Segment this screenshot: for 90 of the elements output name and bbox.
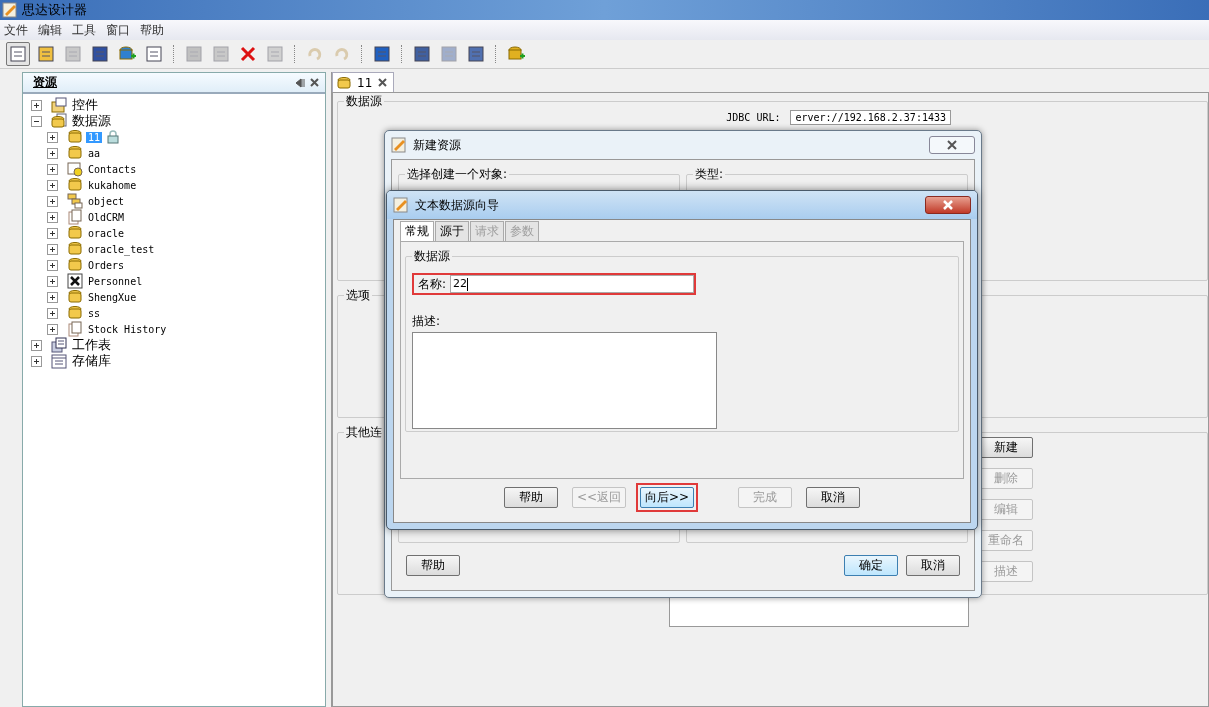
database-icon xyxy=(67,225,83,241)
expander-icon[interactable] xyxy=(47,323,58,335)
tree-item[interactable]: ss xyxy=(86,307,103,319)
expander-icon[interactable] xyxy=(47,211,58,223)
tree-item[interactable]: 存储库 xyxy=(70,352,113,370)
close-button[interactable] xyxy=(929,136,975,154)
group-title: 选择创建一个对象: xyxy=(406,166,509,183)
panel-title: 资源 xyxy=(33,74,58,91)
database-icon xyxy=(67,145,83,161)
tree-item[interactable]: 控件 xyxy=(70,96,100,114)
database-icon xyxy=(67,257,83,273)
database-icon xyxy=(337,75,351,90)
document-icon xyxy=(67,209,83,225)
database-icon xyxy=(67,305,83,321)
controls-icon xyxy=(51,97,67,113)
field-label: 描述: xyxy=(412,313,442,330)
tree-item[interactable]: 数据源 xyxy=(70,112,113,130)
close-button[interactable] xyxy=(925,196,971,214)
tree-item[interactable]: kukahome xyxy=(86,179,139,191)
expander-icon[interactable] xyxy=(47,147,58,159)
menu-item[interactable]: 文件 xyxy=(4,21,28,39)
expander-icon[interactable] xyxy=(47,259,58,271)
app-icon xyxy=(2,2,18,18)
tree-item[interactable]: Personnel xyxy=(86,275,145,287)
url-field[interactable]: erver://192.168.2.37:1433 xyxy=(790,110,951,125)
group-title: 类型: xyxy=(694,166,725,183)
field-label: JDBC URL: xyxy=(726,112,781,123)
database-icon xyxy=(67,289,83,305)
group-title: 选项 xyxy=(345,287,371,304)
name-field[interactable]: 名称: 22 xyxy=(412,273,696,295)
app-icon xyxy=(391,137,407,153)
wizard-button[interactable]: 帮助 xyxy=(503,487,558,508)
database-icon xyxy=(67,129,83,145)
dialog-button[interactable]: 帮助 xyxy=(406,555,460,576)
close-icon[interactable] xyxy=(378,78,388,87)
dialog-button[interactable]: 取消 xyxy=(906,555,960,576)
excel-icon xyxy=(67,273,83,289)
dialog-title: 新建资源 xyxy=(413,136,461,154)
group-title: 数据源 xyxy=(345,93,383,110)
dialog-button[interactable]: 确定 xyxy=(844,555,898,576)
database-icon xyxy=(51,113,67,129)
window-title: 思达设计器 xyxy=(22,1,87,19)
document-icon xyxy=(67,321,83,337)
tab[interactable]: 源于 xyxy=(435,221,469,241)
wizard-button[interactable]: 向后>> xyxy=(640,487,695,508)
close-icon[interactable] xyxy=(310,78,319,87)
tree-item[interactable]: oracle xyxy=(86,227,127,239)
menu-item[interactable]: 工具 xyxy=(72,21,96,39)
contacts-icon xyxy=(67,161,83,177)
expander-icon[interactable] xyxy=(31,355,42,367)
tree-item[interactable]: oracle_test xyxy=(86,243,157,255)
expander-icon[interactable] xyxy=(47,275,58,287)
repository-icon xyxy=(51,353,67,369)
object-icon xyxy=(67,193,83,209)
expander-icon[interactable] xyxy=(47,243,58,255)
menu-item[interactable]: 窗口 xyxy=(106,21,130,39)
description-field[interactable] xyxy=(412,332,717,429)
tree-item[interactable]: Stock History xyxy=(86,323,169,335)
sheet-icon xyxy=(51,337,67,353)
expander-icon[interactable] xyxy=(47,195,58,207)
action-button[interactable]: 新建 xyxy=(979,437,1033,458)
expander-icon[interactable] xyxy=(47,163,58,175)
menu-item[interactable]: 编辑 xyxy=(38,21,62,39)
expander-icon[interactable] xyxy=(31,99,42,111)
expander-icon[interactable] xyxy=(47,227,58,239)
tree-item[interactable]: Contacts xyxy=(86,163,139,175)
tree-item[interactable]: ShengXue xyxy=(86,291,139,303)
database-icon xyxy=(67,177,83,193)
group-title: 其他连 xyxy=(345,424,383,441)
app-icon xyxy=(393,197,409,213)
database-icon xyxy=(67,241,83,257)
menu-item[interactable]: 帮助 xyxy=(140,21,164,39)
expander-icon[interactable] xyxy=(47,291,58,303)
tree-item[interactable]: Orders xyxy=(86,259,127,271)
expander-icon[interactable] xyxy=(47,307,58,319)
close-icon[interactable] xyxy=(946,140,958,150)
group-title: 数据源 xyxy=(413,248,451,265)
tree-item[interactable]: 工作表 xyxy=(70,336,113,354)
document-tab[interactable]: 11 xyxy=(332,72,395,92)
tree-item[interactable]: object xyxy=(86,195,127,207)
pin-icon[interactable] xyxy=(295,77,305,88)
tree-item[interactable]: OldCRM xyxy=(86,211,127,223)
dialog-title: 文本数据源向导 xyxy=(415,196,499,214)
tree-item[interactable]: aa xyxy=(86,147,103,159)
expander-icon[interactable] xyxy=(31,115,42,127)
wizard-button[interactable]: 取消 xyxy=(806,487,861,508)
tab[interactable]: 常规 xyxy=(400,221,434,241)
expander-icon[interactable] xyxy=(47,131,58,143)
expander-icon[interactable] xyxy=(31,339,42,351)
expander-icon[interactable] xyxy=(47,179,58,191)
